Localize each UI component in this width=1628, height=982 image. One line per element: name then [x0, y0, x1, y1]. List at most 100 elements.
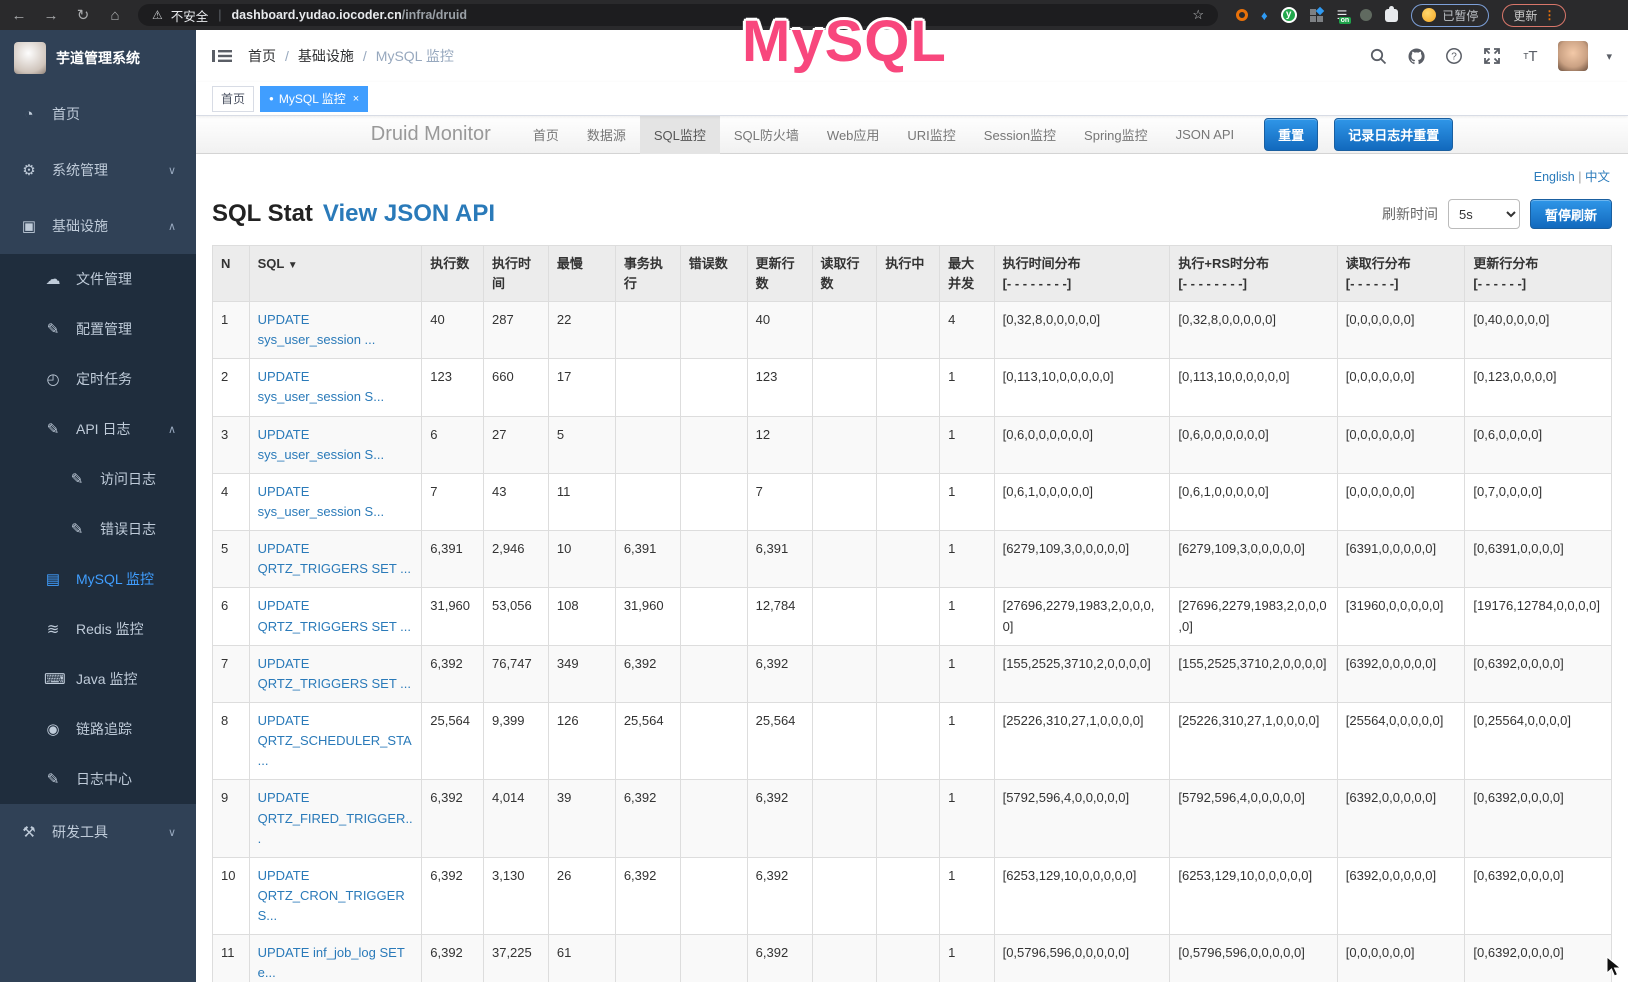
browser-refresh-icon[interactable]: ↻	[74, 6, 92, 24]
pause-refresh-button[interactable]: 暂停刷新	[1530, 199, 1612, 229]
kebab-menu-icon[interactable]: ⋮	[1543, 8, 1555, 22]
sql-statement-link[interactable]: UPDATE inf_job_log SET e...	[258, 945, 405, 980]
mysql-annotation-text: MySQL	[742, 8, 947, 75]
cell-time: 27	[483, 416, 548, 473]
lang-chinese-link[interactable]: 中文	[1585, 170, 1610, 184]
cell-sql: UPDATE QRTZ_TRIGGERS SET ...	[249, 588, 422, 645]
cell-d1: [0,6,0,0,0,0,0,0]	[994, 416, 1170, 473]
sidebar-item-system[interactable]: ⚙系统管理∨	[0, 142, 196, 198]
lang-english-link[interactable]: English	[1534, 170, 1575, 184]
browser-back-icon[interactable]: ←	[10, 7, 28, 24]
sql-statement-link[interactable]: UPDATE sys_user_session S...	[258, 484, 384, 519]
extensions-row: ♦ y ☰on 已暂停 更新⋮	[1236, 4, 1566, 27]
breadcrumb-home[interactable]: 首页	[248, 46, 276, 66]
cell-upd: 40	[747, 302, 812, 359]
extension-gem-icon[interactable]: ♦	[1261, 8, 1268, 23]
hamburger-icon[interactable]	[212, 48, 232, 64]
sql-statement-link[interactable]: UPDATE sys_user_session ...	[258, 312, 376, 347]
extension-green-icon[interactable]: y	[1281, 7, 1297, 23]
cell-d1: [0,5796,596,0,0,0,0,0]	[994, 935, 1170, 982]
tag-close-icon[interactable]: ×	[353, 93, 359, 105]
sql-statement-link[interactable]: UPDATE sys_user_session S...	[258, 427, 384, 462]
druid-nav-item[interactable]: 数据源	[573, 115, 640, 154]
view-json-api-link[interactable]: View JSON API	[323, 200, 495, 228]
sidebar-item-job[interactable]: ◴定时任务	[0, 354, 196, 404]
paused-badge[interactable]: 已暂停	[1411, 4, 1489, 27]
tag-mysql-monitor[interactable]: ●MySQL 监控×	[260, 86, 368, 112]
column-header-sql[interactable]: SQL ▼	[249, 246, 422, 302]
sidebar-item-api-log[interactable]: ✎API 日志∧	[0, 404, 196, 454]
sidebar-item-label: 日志中心	[76, 769, 176, 789]
extensions-puzzle-icon[interactable]	[1385, 9, 1398, 22]
sidebar-item-trace[interactable]: ◉链路追踪	[0, 704, 196, 754]
extension-donut-icon[interactable]	[1236, 9, 1248, 21]
bookmark-star-icon[interactable]: ☆	[1192, 7, 1204, 23]
cell-maxc: 1	[940, 359, 994, 416]
druid-nav-item[interactable]: URI监控	[893, 115, 969, 154]
cell-time: 4,014	[483, 780, 548, 857]
extension-list-icon[interactable]: ☰on	[1337, 8, 1348, 22]
update-badge[interactable]: 更新⋮	[1502, 4, 1566, 27]
sidebar-item-file[interactable]: ☁文件管理	[0, 254, 196, 304]
druid-nav-item[interactable]: Spring监控	[1070, 115, 1162, 154]
sidebar-item-log-center[interactable]: ✎日志中心	[0, 754, 196, 804]
tag-home[interactable]: 首页	[212, 86, 254, 112]
cell-exec: 123	[422, 359, 484, 416]
sidebar-item-label: Redis 监控	[76, 619, 176, 639]
cell-d4: [19176,12784,0,0,0,0]	[1465, 588, 1612, 645]
sql-statement-link[interactable]: UPDATE QRTZ_TRIGGERS SET ...	[258, 656, 411, 691]
druid-nav-item[interactable]: 首页	[519, 115, 573, 154]
search-icon[interactable]	[1368, 46, 1388, 66]
cell-d1: [0,6,1,0,0,0,0,0]	[994, 473, 1170, 530]
cell-d4: [0,6392,0,0,0,0]	[1465, 935, 1612, 982]
cell-sql: UPDATE QRTZ_TRIGGERS SET ...	[249, 645, 422, 702]
extension-misc-icon[interactable]	[1360, 9, 1372, 21]
cell-running	[877, 416, 940, 473]
address-bar[interactable]: ⚠ 不安全 | dashboard.yudao.iocoder.cn/infra…	[138, 4, 1218, 26]
cell-tx: 6,392	[615, 645, 680, 702]
refresh-interval-select[interactable]: 5s	[1448, 199, 1520, 229]
sidebar-logo[interactable]: 芋道管理系统	[0, 30, 196, 86]
sidebar-item-error-log[interactable]: ✎错误日志	[0, 504, 196, 554]
extension-squares-icon[interactable]	[1310, 8, 1324, 22]
druid-nav-item[interactable]: SQL防火墙	[720, 115, 813, 154]
druid-nav-item[interactable]: SQL监控	[640, 115, 720, 154]
sql-statement-link[interactable]: UPDATE QRTZ_CRON_TRIGGERS...	[258, 868, 405, 923]
sql-statement-link[interactable]: UPDATE QRTZ_FIRED_TRIGGER...	[258, 790, 413, 845]
druid-nav-items: 首页数据源SQL监控SQL防火墙Web应用URI监控Session监控Sprin…	[519, 115, 1248, 154]
column-header-d3: 读取行分布[- - - - - -]	[1337, 246, 1465, 302]
text-size-icon[interactable]: тT	[1520, 46, 1540, 66]
sql-statement-link[interactable]: UPDATE QRTZ_TRIGGERS SET ...	[258, 598, 411, 633]
sidebar-item-label: 文件管理	[76, 269, 176, 289]
druid-nav-item[interactable]: Session监控	[970, 115, 1070, 154]
druid-nav-item[interactable]: JSON API	[1162, 117, 1249, 152]
help-icon[interactable]: ?	[1444, 46, 1464, 66]
sidebar-item-access-log[interactable]: ✎访问日志	[0, 454, 196, 504]
avatar-caret-icon[interactable]: ▾	[1606, 50, 1612, 63]
cell-d3: [6392,0,0,0,0,0]	[1337, 780, 1465, 857]
druid-nav-item[interactable]: Web应用	[813, 115, 894, 154]
column-header-buckets: [- - - - - -]	[1473, 274, 1603, 294]
sidebar-item-redis[interactable]: ≋Redis 监控	[0, 604, 196, 654]
sidebar-item-java[interactable]: ⌨Java 监控	[0, 654, 196, 704]
github-icon[interactable]	[1406, 46, 1426, 66]
sql-statement-link[interactable]: UPDATE sys_user_session S...	[258, 369, 384, 404]
sql-statement-link[interactable]: UPDATE QRTZ_SCHEDULER_STA...	[258, 713, 412, 768]
toolbox-icon: ⚒	[20, 823, 38, 841]
cell-d2: [25226,310,27,1,0,0,0,0]	[1170, 702, 1337, 779]
browser-forward-icon[interactable]: →	[42, 7, 60, 24]
sidebar-item-config[interactable]: ✎配置管理	[0, 304, 196, 354]
sidebar-item-home[interactable]: ◔首页	[0, 86, 196, 142]
sidebar-item-mysql[interactable]: ▤MySQL 监控	[0, 554, 196, 604]
sidebar-item-infra[interactable]: ▣基础设施∧	[0, 198, 196, 254]
sql-statement-link[interactable]: UPDATE QRTZ_TRIGGERS SET ...	[258, 541, 411, 576]
reset-button[interactable]: 重置	[1264, 118, 1318, 151]
breadcrumb-infra[interactable]: 基础设施	[298, 46, 354, 66]
sidebar-item-dev-tools[interactable]: ⚒研发工具∨	[0, 804, 196, 860]
cell-d2: [6253,129,10,0,0,0,0,0]	[1170, 857, 1337, 934]
fullscreen-icon[interactable]	[1482, 46, 1502, 66]
browser-home-icon[interactable]: ⌂	[106, 7, 124, 24]
cell-tx	[615, 416, 680, 473]
user-avatar[interactable]	[1558, 41, 1588, 71]
log-and-reset-button[interactable]: 记录日志并重置	[1334, 118, 1453, 151]
